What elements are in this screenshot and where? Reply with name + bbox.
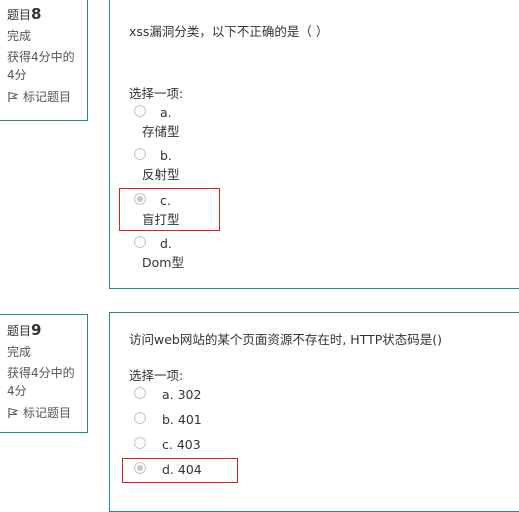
radio-icon[interactable] [134, 105, 146, 117]
q8-number: 题目8 [7, 5, 42, 23]
q9-option-c[interactable]: c. 403 [134, 435, 201, 454]
q8-info-box: 题目8 完成 获得4分中的4分 标记题目 [0, 0, 88, 121]
q8-prompt: 选择一项: [129, 86, 184, 101]
q9-option-b-label: b. 401 [162, 412, 202, 427]
q8-option-c-value: 盲打型 [142, 212, 180, 227]
q8-option-b-value: 反射型 [142, 167, 180, 182]
q9-prompt: 选择一项: [129, 368, 184, 383]
q9-option-d[interactable]: d. 404 [134, 460, 202, 479]
flag-icon [8, 407, 19, 418]
q8-option-d-letter: d. [160, 236, 172, 251]
q8-option-a[interactable]: a. 存储型 [134, 103, 180, 141]
q9-option-b[interactable]: b. 401 [134, 410, 202, 429]
q8-flag-link[interactable]: 标记题目 [7, 88, 81, 106]
q8-option-b[interactable]: b. 反射型 [134, 146, 180, 184]
q9-status: 完成 [7, 345, 32, 359]
q8-option-b-letter: b. [160, 148, 172, 163]
q8-score: 获得4分中的4分 [7, 50, 75, 82]
q8-question-text: xss漏洞分类，以下不正确的是（ ） [129, 24, 329, 39]
radio-icon[interactable] [134, 193, 146, 205]
q9-option-a-label: a. 302 [162, 387, 202, 402]
q8-option-c-letter: c. [160, 193, 171, 208]
q8-option-d-value: Dom型 [142, 255, 184, 270]
q9-option-a[interactable]: a. 302 [134, 385, 201, 404]
radio-icon[interactable] [134, 236, 146, 248]
radio-icon[interactable] [134, 437, 146, 449]
q8-flag-label: 标记题目 [23, 90, 72, 104]
q9-question-text: 访问web网站的某个页面资源不存在时, HTTP状态码是() [129, 332, 443, 347]
radio-icon[interactable] [134, 387, 146, 399]
q9-number: 题目9 [7, 321, 42, 339]
q8-option-d[interactable]: d. Dom型 [134, 234, 184, 272]
q8-option-a-value: 存储型 [142, 124, 180, 139]
q8-option-a-letter: a. [160, 105, 172, 120]
radio-icon[interactable] [134, 148, 146, 160]
radio-icon[interactable] [134, 412, 146, 424]
q9-score: 获得4分中的4分 [7, 366, 75, 398]
q9-flag-label: 标记题目 [23, 406, 72, 420]
flag-icon [8, 91, 19, 102]
q9-option-d-label: d. 404 [162, 462, 202, 477]
q9-flag-link[interactable]: 标记题目 [7, 404, 81, 422]
q8-status: 完成 [7, 29, 32, 43]
radio-icon[interactable] [134, 462, 146, 474]
q9-info-box: 题目9 完成 获得4分中的4分 标记题目 [0, 314, 88, 433]
q8-option-c[interactable]: c. 盲打型 [134, 191, 180, 229]
q8-content: xss漏洞分类，以下不正确的是（ ） 选择一项: a. 存储型 b. 反射型 c. 盲… [109, 0, 519, 289]
q9-option-c-label: c. 403 [162, 437, 201, 452]
q9-content: 访问web网站的某个页面资源不存在时, HTTP状态码是() 选择一项: a. … [109, 312, 519, 512]
